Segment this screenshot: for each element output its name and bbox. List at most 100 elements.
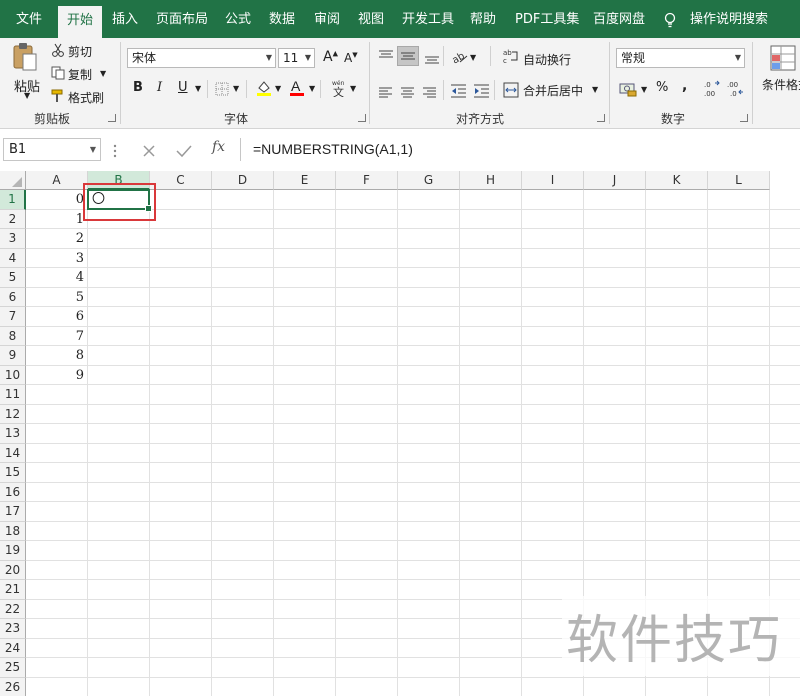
align-right-icon[interactable] [423, 84, 437, 103]
column-header-f[interactable]: F [336, 171, 398, 190]
paste-dropdown[interactable]: ▼ [24, 91, 30, 100]
tab-view[interactable]: 视图 [358, 0, 384, 38]
row-header-23[interactable]: 23 [0, 619, 26, 639]
tab-formulas[interactable]: 公式 [225, 0, 251, 38]
name-box[interactable]: B1 ▼ [3, 138, 101, 161]
merge-center-button[interactable]: 合并后居中 [523, 82, 583, 99]
font-launcher[interactable] [358, 114, 366, 122]
row-header-1[interactable]: 1 [0, 190, 26, 210]
fill-color-icon[interactable] [255, 79, 273, 101]
accounting-dropdown[interactable]: ▼ [641, 85, 647, 94]
format-painter-button[interactable]: 格式刷 [68, 89, 104, 106]
align-middle-button[interactable] [397, 46, 419, 66]
cell-a9[interactable]: 8 [28, 346, 84, 366]
tab-review[interactable]: 审阅 [314, 0, 340, 38]
phonetic-icon[interactable]: wén 文 [330, 79, 348, 101]
decrease-indent-icon[interactable] [451, 83, 467, 102]
tab-pdf-tools[interactable]: PDF工具集 [515, 0, 579, 38]
row-header-15[interactable]: 15 [0, 463, 26, 483]
font-name-select[interactable]: 宋体 ▼ [127, 48, 276, 68]
column-header-l[interactable]: L [708, 171, 770, 190]
tab-insert[interactable]: 插入 [112, 0, 138, 38]
tab-help[interactable]: 帮助 [470, 0, 496, 38]
enter-check-icon[interactable] [176, 143, 192, 162]
orientation-icon[interactable]: ab [450, 48, 468, 68]
align-left-icon[interactable] [379, 84, 393, 103]
column-header-h[interactable]: H [460, 171, 522, 190]
increase-decimal-icon[interactable]: .0.00 [704, 80, 720, 102]
copy-dropdown[interactable]: ▼ [100, 69, 106, 78]
tab-data[interactable]: 数据 [269, 0, 295, 38]
merge-center-dropdown[interactable]: ▼ [592, 85, 598, 94]
cell-a10[interactable]: 9 [28, 366, 84, 386]
comma-style-button[interactable]: , [682, 78, 687, 94]
column-header-c[interactable]: C [150, 171, 212, 190]
row-header-24[interactable]: 24 [0, 638, 26, 658]
tab-home[interactable]: 开始 [58, 6, 102, 38]
column-header-k[interactable]: K [646, 171, 708, 190]
align-bottom-icon[interactable] [424, 50, 440, 69]
clipboard-launcher[interactable] [108, 114, 116, 122]
select-all-button[interactable] [0, 171, 26, 190]
row-header-2[interactable]: 2 [0, 209, 26, 229]
row-header-4[interactable]: 4 [0, 248, 26, 268]
number-format-select[interactable]: 常规 ▼ [616, 48, 745, 68]
row-header-6[interactable]: 6 [0, 287, 26, 307]
orientation-dropdown[interactable]: ▼ [470, 53, 476, 62]
percent-button[interactable]: % [656, 80, 668, 95]
tab-baidu-netdisk[interactable]: 百度网盘 [593, 0, 645, 38]
alignment-launcher[interactable] [597, 114, 605, 122]
row-header-18[interactable]: 18 [0, 521, 26, 541]
shrink-font-button[interactable]: A▼ [344, 51, 358, 65]
cell-a4[interactable]: 3 [28, 249, 84, 269]
grow-font-button[interactable]: A▲ [323, 49, 338, 65]
font-color-icon[interactable]: A [289, 78, 305, 101]
row-header-16[interactable]: 16 [0, 482, 26, 502]
cut-button[interactable]: 剪切 [68, 43, 92, 60]
row-header-10[interactable]: 10 [0, 365, 26, 385]
tell-me-search[interactable]: 操作说明搜索 [690, 0, 768, 38]
row-header-14[interactable]: 14 [0, 443, 26, 463]
column-header-a[interactable]: A [26, 171, 88, 190]
row-header-7[interactable]: 7 [0, 307, 26, 327]
increase-indent-icon[interactable] [474, 83, 490, 102]
cancel-icon[interactable] [142, 143, 156, 162]
row-header-20[interactable]: 20 [0, 560, 26, 580]
borders-icon[interactable] [215, 81, 229, 100]
row-header-11[interactable]: 11 [0, 385, 26, 405]
cell-a3[interactable]: 2 [28, 229, 84, 249]
align-top-icon[interactable] [378, 49, 394, 68]
column-header-g[interactable]: G [398, 171, 460, 190]
row-header-8[interactable]: 8 [0, 326, 26, 346]
align-center-icon[interactable] [401, 84, 415, 103]
cell-a5[interactable]: 4 [28, 268, 84, 288]
underline-button[interactable]: U [178, 80, 188, 95]
row-header-13[interactable]: 13 [0, 424, 26, 444]
row-header-9[interactable]: 9 [0, 346, 26, 366]
cell-a6[interactable]: 5 [28, 288, 84, 308]
insert-function-button[interactable]: fx [212, 139, 225, 155]
cell-a8[interactable]: 7 [28, 327, 84, 347]
cell-a1[interactable]: 0 [28, 190, 84, 210]
borders-dropdown[interactable]: ▼ [233, 84, 239, 93]
row-header-3[interactable]: 3 [0, 229, 26, 249]
copy-button[interactable]: 复制 [68, 66, 92, 83]
phonetic-dropdown[interactable]: ▼ [350, 84, 356, 93]
bold-button[interactable]: B [133, 80, 143, 95]
font-size-select[interactable]: 11 ▼ [278, 48, 315, 68]
italic-button[interactable]: I [157, 80, 162, 95]
row-header-12[interactable]: 12 [0, 404, 26, 424]
decrease-decimal-icon[interactable]: .00.0 [727, 80, 743, 102]
row-header-17[interactable]: 17 [0, 502, 26, 522]
formula-input[interactable]: =NUMBERSTRING(A1,1) [240, 138, 800, 161]
underline-dropdown[interactable]: ▼ [195, 84, 201, 93]
tab-page-layout[interactable]: 页面布局 [156, 0, 208, 38]
wrap-text-button[interactable]: 自动换行 [523, 51, 571, 68]
column-header-e[interactable]: E [274, 171, 336, 190]
font-color-dropdown[interactable]: ▼ [309, 84, 315, 93]
row-header-22[interactable]: 22 [0, 599, 26, 619]
column-header-i[interactable]: I [522, 171, 584, 190]
conditional-format-button[interactable]: 条件格式 [762, 76, 800, 93]
more-options-icon[interactable] [113, 143, 117, 162]
row-header-5[interactable]: 5 [0, 268, 26, 288]
